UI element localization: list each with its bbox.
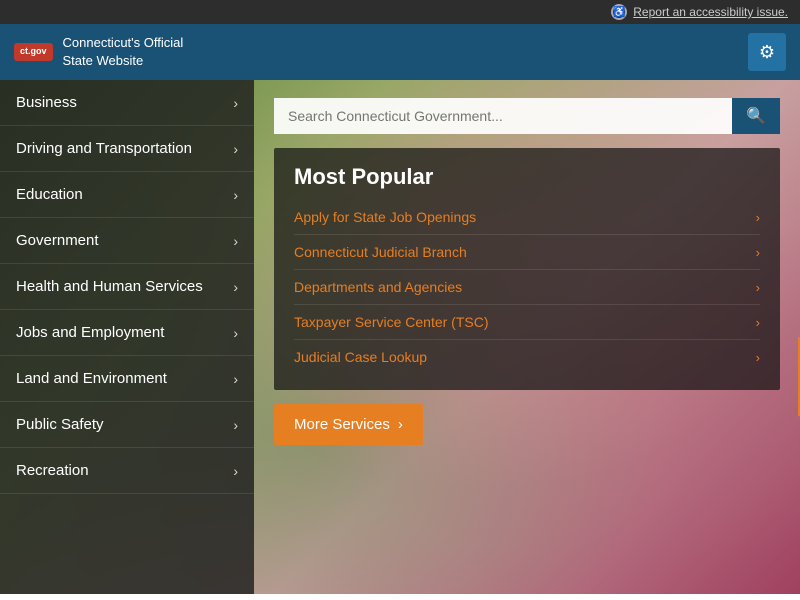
chevron-right-icon: ›: [233, 233, 238, 249]
site-title: Connecticut's Official State Website: [63, 34, 184, 70]
sidebar-item[interactable]: Jobs and Employment›: [0, 310, 254, 356]
popular-item[interactable]: Taxpayer Service Center (TSC)›: [294, 305, 760, 340]
chevron-right-icon: ›: [233, 463, 238, 479]
more-services-button[interactable]: More Services ›: [274, 404, 423, 445]
header: ct.gov Connecticut's Official State Webs…: [0, 24, 800, 80]
chevron-right-icon: ›: [756, 315, 760, 330]
logo: ct.gov: [14, 43, 53, 61]
logo-area: ct.gov Connecticut's Official State Webs…: [14, 34, 183, 70]
chevron-right-icon: ›: [756, 280, 760, 295]
search-icon: 🔍: [746, 108, 766, 125]
chevron-right-icon: ›: [233, 141, 238, 157]
chevron-right-icon: ›: [233, 417, 238, 433]
accessibility-icon: ♿: [611, 4, 627, 20]
popular-item[interactable]: Apply for State Job Openings›: [294, 200, 760, 235]
top-bar: ♿ Report an accessibility issue.: [0, 0, 800, 24]
popular-card: Most Popular Apply for State Job Opening…: [274, 148, 780, 390]
logo-text: ct.gov: [20, 47, 47, 57]
sidebar-item[interactable]: Recreation›: [0, 448, 254, 494]
popular-item[interactable]: Connecticut Judicial Branch›: [294, 235, 760, 270]
settings-button[interactable]: ⚙: [748, 33, 786, 71]
popular-title: Most Popular: [294, 164, 760, 190]
chevron-right-icon: ›: [756, 210, 760, 225]
chevron-right-icon: ›: [756, 245, 760, 260]
chevron-right-icon: ›: [233, 187, 238, 203]
popular-item[interactable]: Judicial Case Lookup›: [294, 340, 760, 374]
sidebar-item[interactable]: Public Safety›: [0, 402, 254, 448]
search-input[interactable]: [274, 98, 732, 134]
sidebar: Business›Driving and Transportation›Educ…: [0, 80, 254, 594]
accessibility-link[interactable]: Report an accessibility issue.: [633, 5, 788, 19]
chevron-right-icon: ›: [233, 95, 238, 111]
sidebar-item[interactable]: Health and Human Services›: [0, 264, 254, 310]
sidebar-item[interactable]: Business›: [0, 80, 254, 126]
chevron-right-icon: ›: [233, 371, 238, 387]
chevron-right-icon: ›: [233, 325, 238, 341]
sidebar-item[interactable]: Land and Environment›: [0, 356, 254, 402]
sidebar-item[interactable]: Government›: [0, 218, 254, 264]
more-services-label: More Services: [294, 416, 390, 433]
gear-icon: ⚙: [759, 42, 775, 63]
search-button[interactable]: 🔍: [732, 98, 780, 134]
chevron-right-icon: ›: [233, 279, 238, 295]
search-row: 🔍: [274, 98, 780, 134]
chevron-right-icon: ›: [398, 416, 403, 433]
sidebar-item[interactable]: Driving and Transportation›: [0, 126, 254, 172]
content-panel: 🔍 Most Popular Apply for State Job Openi…: [254, 80, 800, 594]
sidebar-item[interactable]: Education›: [0, 172, 254, 218]
popular-items-list: Apply for State Job Openings›Connecticut…: [294, 200, 760, 374]
chevron-right-icon: ›: [756, 350, 760, 365]
popular-item[interactable]: Departments and Agencies›: [294, 270, 760, 305]
main-area: Business›Driving and Transportation›Educ…: [0, 80, 800, 594]
